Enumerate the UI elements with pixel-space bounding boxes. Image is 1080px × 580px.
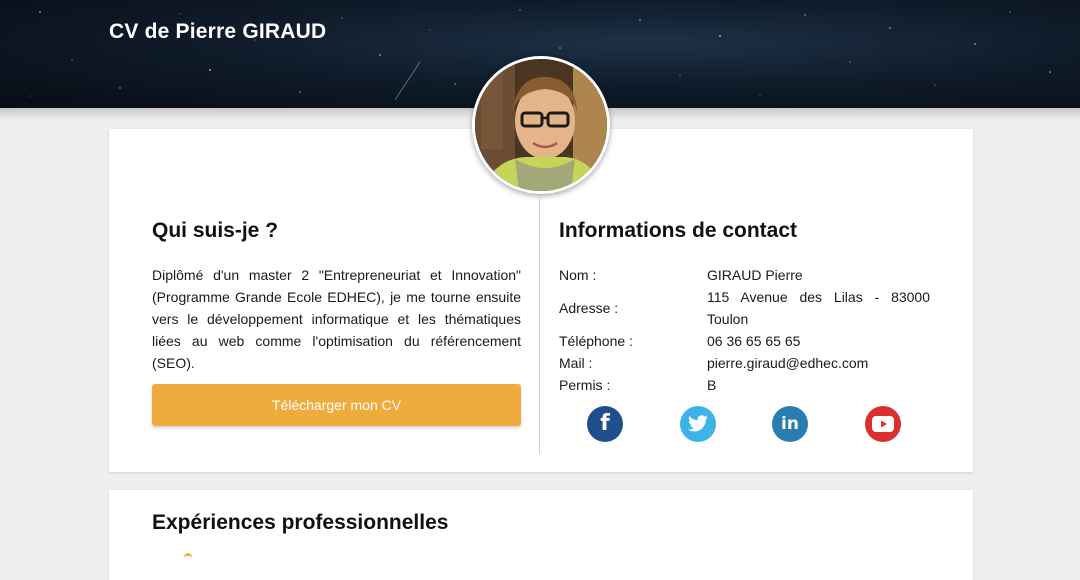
mail-value[interactable]: pierre.giraud@edhec.com bbox=[707, 352, 868, 374]
column-divider bbox=[539, 198, 540, 454]
twitter-icon[interactable] bbox=[680, 406, 716, 442]
about-text: Diplômé d'un master 2 "Entrepreneuriat e… bbox=[152, 267, 521, 371]
profile-photo bbox=[472, 56, 610, 194]
address-value: 115 Avenue des Lilas - 83000 Toulon bbox=[707, 289, 930, 327]
facebook-icon[interactable]: f bbox=[587, 406, 623, 442]
phone-value: 06 36 65 65 65 bbox=[707, 333, 801, 349]
experience-card bbox=[109, 490, 973, 580]
linkedin-icon[interactable]: in bbox=[772, 406, 808, 442]
download-cv-button[interactable]: Télécharger mon CV bbox=[152, 384, 521, 426]
contact-title: Informations de contact bbox=[559, 219, 798, 242]
name-label: Nom : bbox=[559, 267, 597, 283]
license-value: B bbox=[707, 377, 717, 393]
youtube-icon[interactable] bbox=[865, 406, 901, 442]
address-label: Adresse : bbox=[559, 300, 619, 316]
name-value: GIRAUD Pierre bbox=[707, 267, 803, 283]
about-title: Qui suis-je ? bbox=[152, 219, 279, 242]
license-label: Permis : bbox=[559, 377, 611, 393]
mail-label: Mail : bbox=[559, 355, 593, 371]
page-title: CV de Pierre GIRAUD bbox=[109, 20, 327, 43]
experience-marker-icon bbox=[184, 553, 192, 562]
phone-label: Téléphone : bbox=[559, 333, 633, 349]
experience-title: Expériences professionnelles bbox=[152, 511, 449, 534]
